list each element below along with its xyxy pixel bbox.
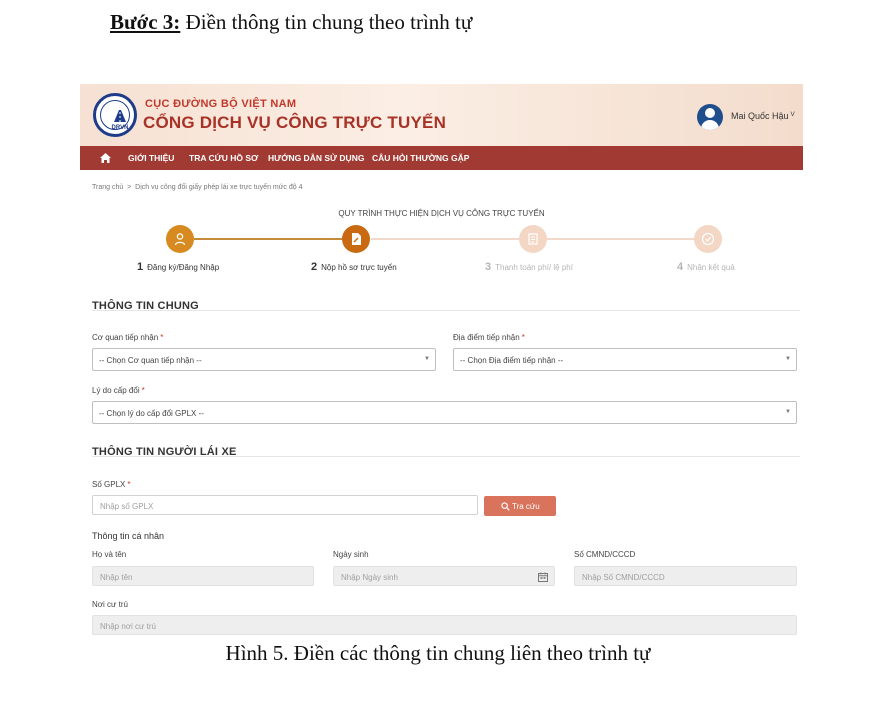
user-avatar-icon[interactable]	[697, 104, 723, 130]
id-number-input[interactable]: Nhập Số CMND/CCCD	[574, 566, 797, 586]
address-label: Nơi cư trú	[92, 600, 128, 609]
divider	[92, 456, 800, 457]
personal-info-title: Thông tin cá nhân	[92, 531, 165, 541]
select-arrow-icon: ▼	[785, 409, 791, 415]
id-label: Số CMND/CCCD	[574, 550, 636, 559]
doc-step-heading: Bước 3: Điền thông tin chung theo trình …	[110, 10, 472, 35]
drvn-logo: DRVN	[93, 93, 137, 137]
nav-item-lookup[interactable]: TRA CỨU HỒ SƠ	[189, 153, 258, 163]
nav-item-guide[interactable]: HƯỚNG DẪN SỬ DỤNG	[268, 153, 364, 163]
figure-caption: Hình 5. Điền các thông tin chung liên th…	[225, 641, 651, 665]
select-arrow-icon: ▼	[785, 356, 791, 362]
check-circle-icon	[701, 232, 715, 246]
breadcrumb: Trang chủ > Dịch vụ công đổi giấy phép l…	[92, 184, 303, 191]
license-number-input[interactable]: Nhập số GPLX	[92, 495, 478, 515]
doc-step-label: Bước 3:	[110, 10, 181, 34]
step-3-circle	[519, 225, 547, 253]
dob-input[interactable]: Nhập Ngày sinh	[333, 566, 555, 586]
dob-label: Ngày sinh	[333, 550, 369, 559]
reason-label: Lý do cấp đổi *	[92, 386, 145, 395]
breadcrumb-current: Dịch vụ công đổi giấy phép lái xe trực t…	[135, 184, 303, 191]
doc-step-text: Điền thông tin chung theo trình tự	[180, 10, 473, 34]
step-2-label: 2 Nộp hồ sơ trực tuyến	[311, 261, 397, 273]
location-label: Địa điểm tiếp nhận *	[453, 333, 525, 342]
document-edit-icon	[352, 233, 361, 245]
chevron-down-icon[interactable]: ˅	[790, 109, 795, 119]
step-1-label: 1 Đăng ký/Đăng Nhập	[137, 261, 220, 273]
name-label: Họ và tên	[92, 550, 127, 559]
search-icon	[501, 502, 510, 511]
step-4-label: 4 Nhận kết quả	[677, 261, 735, 273]
license-label: Số GPLX *	[92, 480, 131, 489]
home-icon[interactable]	[99, 152, 112, 164]
lookup-button[interactable]: Tra cứu	[484, 496, 556, 516]
nav-item-faq[interactable]: CÂU HỎI THƯỜNG GẶP	[372, 153, 469, 163]
nav-item-about[interactable]: GIỚI THIỆU	[128, 153, 174, 163]
logo-text: DRVN	[111, 125, 129, 131]
step-4-circle	[694, 225, 722, 253]
agency-select[interactable]: -- Chọn Cơ quan tiếp nhận -- ▼	[92, 348, 436, 371]
breadcrumb-home[interactable]: Trang chủ	[92, 184, 123, 191]
receipt-icon	[528, 233, 538, 245]
step-2-circle	[342, 225, 370, 253]
portal-name: CỔNG DỊCH VỤ CÔNG TRỰC TUYẾN	[143, 113, 447, 132]
process-title: QUY TRÌNH THỰC HIỆN DỊCH VỤ CÔNG TRỰC TU…	[338, 209, 545, 218]
step-3-label: 3 Thanh toán phí/ lệ phí	[485, 261, 573, 273]
user-icon	[174, 233, 186, 246]
main-nav: GIỚI THIỆU TRA CỨU HỒ SƠ HƯỚNG DẪN SỬ DỤ…	[80, 146, 803, 170]
select-arrow-icon: ▼	[424, 356, 430, 362]
step-1-circle	[166, 225, 194, 253]
full-name-input[interactable]: Nhập tên	[92, 566, 314, 586]
breadcrumb-separator: >	[127, 184, 132, 191]
portal-screenshot: DRVN CỤC ĐƯỜNG BỘ VIỆT NAM CỔNG DỊCH VỤ …	[80, 84, 803, 638]
portal-header: DRVN CỤC ĐƯỜNG BỘ VIỆT NAM CỔNG DỊCH VỤ …	[80, 84, 803, 146]
user-name[interactable]: Mai Quốc Hậu	[731, 111, 789, 121]
agency-label: Cơ quan tiếp nhận *	[92, 333, 164, 342]
divider	[92, 310, 800, 311]
address-input[interactable]: Nhập nơi cư trú	[92, 615, 797, 635]
step-connector-done	[194, 238, 357, 240]
location-select[interactable]: -- Chọn Địa điểm tiếp nhận -- ▼	[453, 348, 797, 371]
org-name: CỤC ĐƯỜNG BỘ VIỆT NAM	[145, 98, 297, 110]
calendar-icon[interactable]	[538, 572, 548, 582]
reason-select[interactable]: -- Chọn lý do cấp đổi GPLX -- ▼	[92, 401, 797, 424]
